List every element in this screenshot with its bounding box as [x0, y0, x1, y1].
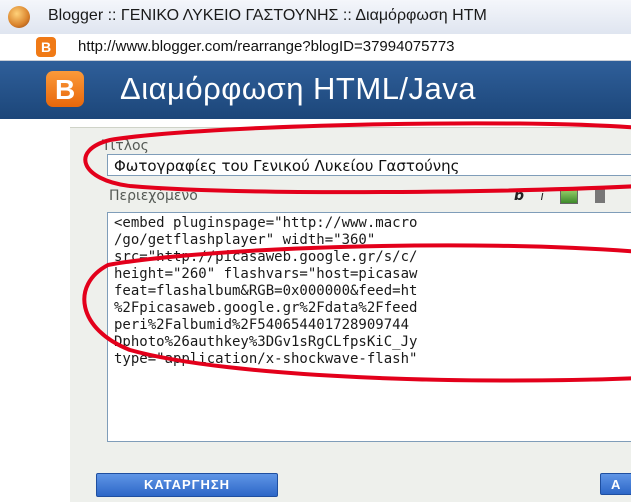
title-label: Τίτλος [102, 138, 149, 154]
code-line: <embed pluginspage="http://www.macro [114, 215, 418, 231]
content-label: Περιεχόμενο [109, 188, 198, 204]
more-tools-icon[interactable] [594, 189, 605, 203]
content-textarea[interactable]: <embed pluginspage="http://www.macro /go… [107, 212, 631, 442]
title-input[interactable]: Φωτογραφίες του Γενικού Λυκείου Γαστούνη… [107, 154, 631, 176]
bold-button[interactable]: b [514, 188, 524, 204]
code-line: Dphoto%26authkey%3DGv1sRgCLfpsKiC_Jy [114, 334, 418, 350]
code-line: %2Fpicasaweb.google.gr%2Fdata%2Ffeed [114, 300, 418, 316]
italic-button[interactable]: i [540, 189, 543, 203]
code-line: /go/getflashplayer" width="360" [114, 232, 376, 248]
dialog-title: Διαμόρφωση HTML/Java [120, 71, 477, 106]
blogger-favicon: B [36, 37, 56, 57]
code-line: peri%2Falbumid%2F540654401728909744 [114, 317, 410, 333]
code-line: feat=flashalbum&RGB=0x000000&feed=ht [114, 283, 418, 299]
firefox-icon [8, 6, 30, 28]
address-bar[interactable]: B http://www.blogger.com/rearrange?blogI… [0, 34, 631, 61]
window-title-bar: Blogger :: ΓΕΝΙΚΟ ΛΥΚΕΙΟ ΓΑΣΤΟΥΝΗΣ :: Δι… [0, 0, 631, 35]
blogger-logo-icon: B [46, 71, 84, 107]
window-title: Blogger :: ΓΕΝΙΚΟ ΛΥΚΕΙΟ ΓΑΣΤΟΥΝΗΣ :: Δι… [48, 7, 487, 24]
remove-button[interactable]: ΚΑΤΑΡΓΗΣΗ [96, 473, 278, 497]
code-line: height="260" flashvars="host=picasaw [114, 266, 418, 282]
dialog-header: B Διαμόρφωση HTML/Java [0, 61, 631, 119]
code-line: src="http://picasaweb.google.gr/s/c/ [114, 249, 418, 265]
address-url[interactable]: http://www.blogger.com/rearrange?blogID=… [78, 38, 455, 55]
code-line: type="application/x-shockwave-flash" [114, 351, 418, 367]
ok-button[interactable]: Α [600, 473, 631, 495]
image-icon[interactable] [560, 188, 579, 204]
editor-toolbar: b i [514, 188, 617, 204]
